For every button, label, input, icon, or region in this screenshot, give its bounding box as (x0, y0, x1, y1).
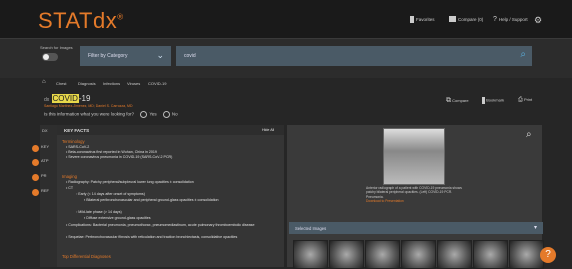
section-terminology[interactable]: Terminology (62, 139, 85, 144)
page-title: dx COVID-19 (44, 94, 90, 103)
fact-item: • Severe coronavirus pneumonia in COVID-… (66, 155, 173, 159)
yes-label: Yes (149, 111, 157, 117)
breadcrumb-diagnosis[interactable]: Diagnosis (78, 81, 96, 86)
favorites-icon (410, 16, 414, 23)
favorites-label: Favorites (416, 17, 435, 22)
print-button[interactable]: ⎙ Print (518, 97, 532, 104)
logo-text: STATdx (38, 8, 118, 33)
selected-images-header[interactable]: Selected Images ▾ (289, 222, 543, 234)
tab-key[interactable]: KEY (32, 144, 57, 153)
section-differential[interactable]: Top Differential Diagnoses (62, 254, 111, 259)
fact-item: • Complications: Bacterial pneumonia, pn… (66, 223, 255, 227)
tab-dx-label: DX (42, 128, 48, 133)
fact-item: ▪ Bilateral peribronchovascular and peri… (84, 198, 219, 202)
tab-atp[interactable]: ATP (32, 158, 57, 167)
tab-key-label: KEY (41, 144, 50, 149)
image-caption: Anterior radiograph of a patient with CO… (366, 186, 462, 203)
caption-text: Anterior radiograph of a patient with CO… (366, 186, 462, 199)
chevron-down-icon: ⌄ (156, 50, 164, 60)
compare-button-label: Compare (452, 98, 469, 103)
fact-item: ◦ Early (< 14 days after onset of sympto… (76, 192, 145, 196)
title-rest: -19 (78, 94, 91, 103)
bookmark-icon (482, 97, 485, 104)
fact-item: • Radiography: Patchy peripheral/subpleu… (66, 180, 194, 184)
breadcrumb-viruses[interactable]: Viruses (127, 81, 140, 86)
breadcrumb-covid[interactable]: COVID-19 (148, 81, 166, 86)
image-thumbnail[interactable] (329, 240, 364, 269)
fact-item: ▪ Diffuse extensive ground-glass opaciti… (84, 216, 151, 220)
fact-item: • Sequelae: Perbronchovascular fibrosis … (66, 235, 238, 239)
home-icon[interactable]: ⌂ (42, 79, 46, 85)
bookmark-button[interactable]: Bookmark (482, 97, 504, 104)
image-thumbnail[interactable] (401, 240, 436, 269)
image-thumbnail[interactable] (437, 240, 472, 269)
tab-marker (32, 189, 39, 196)
breadcrumb-chest[interactable]: Chest (56, 81, 66, 86)
selected-images-label: Selected Images (295, 226, 327, 231)
gear-icon[interactable]: ⚙ (534, 15, 542, 26)
yes-radio[interactable] (140, 111, 148, 118)
help-button[interactable]: ? (540, 247, 556, 263)
image-thumbnail[interactable] (293, 240, 328, 269)
tab-marker (32, 174, 39, 181)
help-link[interactable]: ? Help / Support (493, 16, 528, 23)
key-facts-header (57, 125, 284, 135)
authors[interactable]: Santiago Martinez-Jimenez, MD; Daniel S.… (44, 104, 133, 108)
tab-atp-label: ATP (41, 158, 49, 163)
feedback-question: Is this information what you were lookin… (44, 111, 178, 118)
section-imaging[interactable]: Imaging (62, 174, 77, 179)
help-label: Help / Support (498, 17, 528, 22)
tab-marker (32, 159, 39, 166)
chest-xray-image[interactable] (383, 128, 445, 185)
tab-pr-label: PR (41, 173, 47, 178)
tab-marker (32, 145, 39, 152)
chevron-down-icon: ▾ (533, 225, 537, 231)
tab-pr[interactable]: PR (32, 173, 57, 182)
search-images-label: Search for Images (40, 45, 73, 50)
compare-label: Compare (0) (458, 16, 484, 22)
bookmark-button-label: Bookmark (486, 97, 505, 103)
category-label: Filter by Category (88, 53, 128, 59)
compare-button[interactable]: ⧉ Compare (446, 97, 469, 105)
dx-icon: dx (44, 97, 50, 103)
tab-ref[interactable]: REF (32, 188, 57, 197)
print-button-label: Print (523, 97, 533, 102)
toggle-knob (43, 54, 49, 60)
statdx-logo[interactable]: STATdx® (38, 8, 124, 34)
compare-icon (449, 16, 456, 22)
compare-icon: ⧉ (446, 97, 451, 104)
image-thumbnail[interactable] (509, 240, 544, 269)
favorites-link[interactable]: Favorites (410, 16, 435, 23)
question-text: Is this information what you were lookin… (44, 111, 135, 117)
no-label: No (171, 111, 178, 117)
key-facts-heading: KEY FACTS (64, 128, 90, 133)
fact-item: • CT (66, 186, 74, 190)
breadcrumb-infections[interactable]: Infections (103, 81, 120, 86)
no-radio[interactable] (162, 111, 170, 118)
hide-all-toggle[interactable]: Hide All (262, 128, 274, 133)
search-input[interactable]: covid ⌕ (176, 46, 532, 66)
category-select[interactable]: Filter by Category ⌄ (80, 46, 171, 66)
search-images-toggle[interactable] (42, 53, 58, 61)
print-icon: ⎙ (518, 97, 523, 103)
image-thumbnail[interactable] (473, 240, 508, 269)
compare-link[interactable]: Compare (0) (449, 16, 483, 22)
fact-item: ◦ Mild-late phase (> 14 days) (76, 210, 122, 214)
title-highlight: COVID (51, 94, 79, 103)
image-thumbnail[interactable] (365, 240, 400, 269)
registered-mark: ® (117, 12, 124, 22)
tab-ref-label: REF (41, 188, 49, 193)
download-link[interactable]: Download to Presentation (366, 199, 462, 203)
search-query: covid (184, 53, 196, 59)
question-icon: ? (493, 16, 497, 23)
zoom-icon[interactable]: ⌕ (526, 129, 532, 140)
search-icon[interactable]: ⌕ (520, 49, 526, 60)
